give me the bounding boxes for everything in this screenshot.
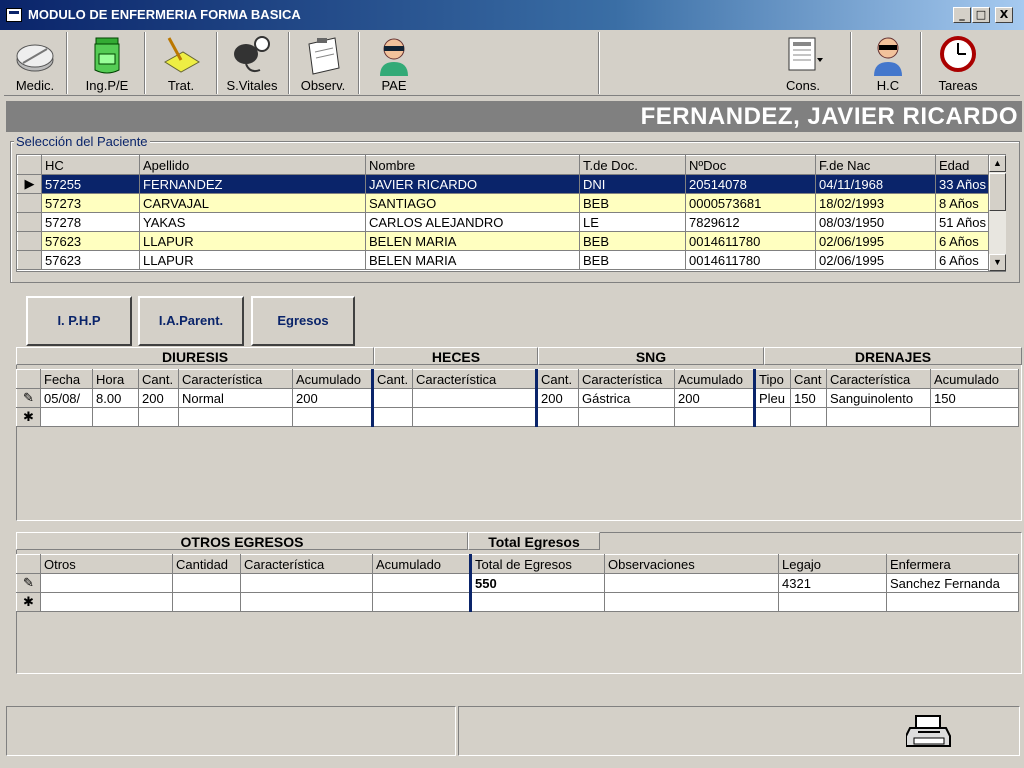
section-otros-egresos: OTROS EGRESOS bbox=[16, 532, 468, 550]
col-hora[interactable]: Hora bbox=[92, 369, 139, 389]
col-heces-caracteristica[interactable]: Característica bbox=[412, 369, 537, 389]
col-cantidad[interactable]: Cantidad bbox=[172, 554, 241, 574]
col-legajo[interactable]: Legajo bbox=[778, 554, 887, 574]
toolbar-observ-button[interactable]: Observ. bbox=[292, 32, 354, 96]
col-acumulado[interactable]: Acumulado bbox=[292, 369, 373, 389]
new-row[interactable]: ✱ bbox=[16, 592, 1019, 612]
patient-table: HC Apellido Nombre T.de Doc. NºDoc F.de … bbox=[17, 155, 1005, 270]
toolbar-cons-button[interactable]: Cons. bbox=[770, 32, 836, 96]
table-row[interactable]: ▶ 57255 FERNANDEZ JAVIER RICARDO DNI 2051407… bbox=[17, 174, 1005, 194]
col-fnac[interactable]: F.de Nac bbox=[815, 155, 936, 175]
enfermera-value[interactable]: Sanchez Fernanda bbox=[886, 573, 1019, 593]
col-apellido[interactable]: Apellido bbox=[139, 155, 366, 175]
report-icon bbox=[783, 34, 823, 76]
new-row-asterisk-icon: ✱ bbox=[16, 407, 41, 427]
section-sng: SNG bbox=[538, 347, 764, 365]
legajo-value[interactable]: 4321 bbox=[778, 573, 887, 593]
col-ndoc[interactable]: NºDoc bbox=[685, 155, 816, 175]
otros-table: Otros Cantidad Característica Acumulado … bbox=[16, 554, 1019, 612]
clock-icon bbox=[938, 34, 978, 76]
scroll-thumb[interactable] bbox=[989, 173, 1006, 211]
section-drenajes: DRENAJES bbox=[764, 347, 1022, 365]
minimize-button[interactable]: _ bbox=[953, 7, 971, 23]
col-sng-caracteristica[interactable]: Característica bbox=[578, 369, 675, 389]
toolbar-hc-button[interactable]: H.C bbox=[860, 32, 916, 96]
col-tdoc[interactable]: T.de Doc. bbox=[579, 155, 686, 175]
section-total-egresos: Total Egresos bbox=[468, 532, 600, 550]
col-otros-caracteristica[interactable]: Característica bbox=[240, 554, 373, 574]
col-enfermera[interactable]: Enfermera bbox=[886, 554, 1019, 574]
toolbar: Medic. Ing.P/E Trat. S.Vitales Observ. P… bbox=[4, 30, 1020, 96]
col-fecha[interactable]: Fecha bbox=[40, 369, 93, 389]
new-row[interactable]: ✱ bbox=[16, 407, 1019, 427]
col-observaciones[interactable]: Observaciones bbox=[604, 554, 779, 574]
nurse-icon bbox=[374, 34, 414, 76]
col-cant[interactable]: Cant. bbox=[138, 369, 179, 389]
col-heces-cant[interactable]: Cant. bbox=[371, 369, 413, 389]
patient-grid[interactable]: HC Apellido Nombre T.de Doc. NºDoc F.de … bbox=[16, 154, 1006, 272]
patient-name-banner: FERNANDEZ, JAVIER RICARDO bbox=[6, 101, 1022, 132]
printer-icon[interactable] bbox=[905, 714, 952, 750]
close-button[interactable]: X bbox=[995, 7, 1013, 23]
egresos-table: Fecha Hora Cant. Característica Acumulad… bbox=[16, 369, 1019, 427]
maximize-button[interactable]: □ bbox=[972, 7, 990, 23]
title-bar: MODULO DE ENFERMERIA FORMA BASICA _ □ X bbox=[0, 0, 1024, 30]
patient-grid-scrollbar[interactable]: ▲ ▼ bbox=[988, 155, 1006, 271]
tab-iphp[interactable]: I. P.H.P bbox=[26, 296, 132, 346]
pill-icon bbox=[15, 34, 55, 76]
window-title: MODULO DE ENFERMERIA FORMA BASICA bbox=[28, 7, 301, 22]
col-sng-cant[interactable]: Cant. bbox=[535, 369, 579, 389]
tab-egresos[interactable]: Egresos bbox=[251, 296, 355, 346]
tab-iaparent[interactable]: I.A.Parent. bbox=[138, 296, 244, 346]
new-row-asterisk-icon: ✱ bbox=[16, 592, 41, 612]
egresos-table-wrap: Fecha Hora Cant. Característica Acumulad… bbox=[16, 369, 1019, 427]
col-hc[interactable]: HC bbox=[41, 155, 140, 175]
table-row[interactable]: ✎ 05/08/ 8.00 200 Normal 200 200 Gástric… bbox=[16, 388, 1019, 408]
toolbar-svitales-button[interactable]: S.Vitales bbox=[220, 32, 284, 96]
col-total-egresos[interactable]: Total de Egresos bbox=[469, 554, 605, 574]
col-drenajes-caracteristica[interactable]: Característica bbox=[826, 369, 931, 389]
blood-pressure-icon bbox=[232, 34, 272, 76]
patient-selection-label: Selección del Paciente bbox=[14, 134, 150, 149]
toolbar-pae-button[interactable]: PAE bbox=[366, 32, 422, 96]
notepad-pen-icon bbox=[161, 34, 201, 76]
col-otros-acumulado[interactable]: Acumulado bbox=[372, 554, 471, 574]
table-row[interactable]: 57278 YAKAS CARLOS ALEJANDRO LE 7829612 08/03… bbox=[17, 212, 1005, 232]
section-heces: HECES bbox=[374, 347, 538, 365]
table-row[interactable]: ✎ 550 4321 Sanchez Fernanda bbox=[16, 573, 1019, 593]
toolbar-tareas-button[interactable]: Tareas bbox=[930, 32, 986, 96]
section-diuresis: DIURESIS bbox=[16, 347, 374, 365]
iv-jar-icon bbox=[87, 34, 127, 76]
total-egresos-value[interactable]: 550 bbox=[469, 573, 605, 593]
table-row[interactable]: 57273 CARVAJAL SANTIAGO BEB 0000573681 18/02/… bbox=[17, 193, 1005, 213]
edit-pencil-icon: ✎ bbox=[16, 573, 41, 593]
status-panel-left bbox=[6, 706, 456, 756]
col-tipo[interactable]: Tipo bbox=[753, 369, 791, 389]
doctor-icon bbox=[868, 34, 908, 76]
toolbar-medic-button[interactable]: Medic. bbox=[8, 32, 62, 96]
col-caracteristica[interactable]: Característica bbox=[178, 369, 293, 389]
scroll-up-icon[interactable]: ▲ bbox=[989, 155, 1006, 172]
edit-pencil-icon: ✎ bbox=[16, 388, 41, 408]
clipboard-icon bbox=[303, 34, 343, 76]
col-otros[interactable]: Otros bbox=[40, 554, 173, 574]
col-nombre[interactable]: Nombre bbox=[365, 155, 580, 175]
toolbar-trat-button[interactable]: Trat. bbox=[150, 32, 212, 96]
scroll-down-icon[interactable]: ▼ bbox=[989, 254, 1006, 271]
col-drenajes-cant[interactable]: Cant bbox=[790, 369, 827, 389]
otros-table-wrap: Otros Cantidad Característica Acumulado … bbox=[16, 554, 1019, 612]
app-icon bbox=[6, 8, 22, 22]
toolbar-ingpe-button[interactable]: Ing.P/E bbox=[74, 32, 140, 96]
row-pointer-icon: ▶ bbox=[17, 174, 42, 194]
table-row[interactable]: 57623 LLAPUR BELEN MARIA BEB 0014611780 02/06… bbox=[17, 250, 1005, 270]
col-sng-acumulado[interactable]: Acumulado bbox=[674, 369, 755, 389]
col-drenajes-acumulado[interactable]: Acumulado bbox=[930, 369, 1019, 389]
table-row[interactable]: 57623 LLAPUR BELEN MARIA BEB 0014611780 02/06… bbox=[17, 231, 1005, 251]
